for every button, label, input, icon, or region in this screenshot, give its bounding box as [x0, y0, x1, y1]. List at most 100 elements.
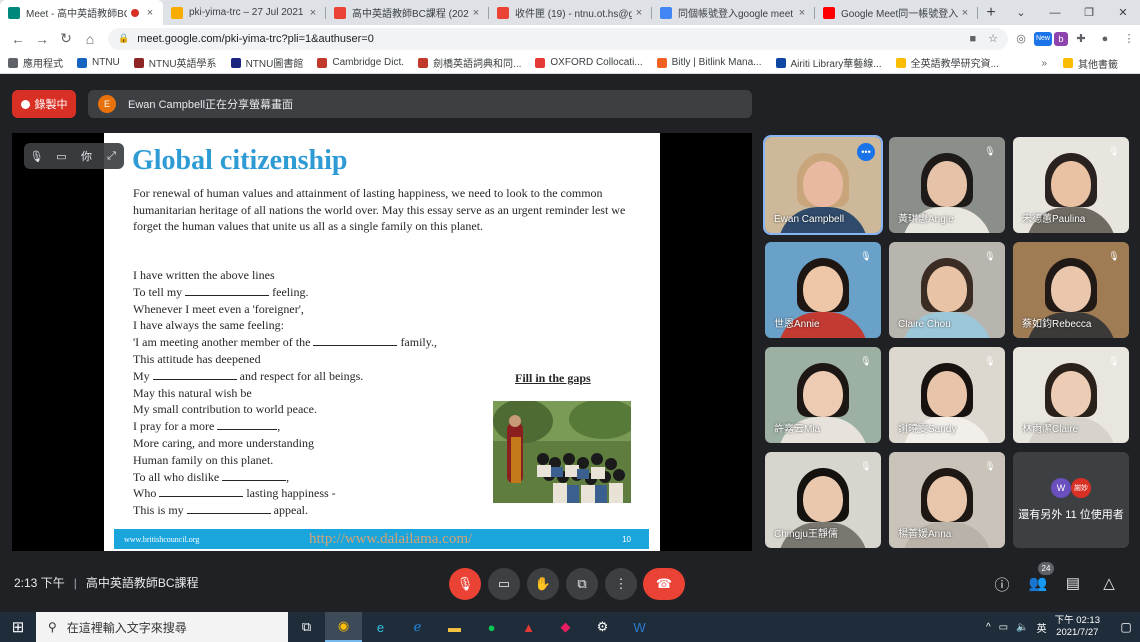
close-tab-icon[interactable]: ×: [143, 7, 157, 19]
browser-tab[interactable]: 高中英語教師BC課程 (2021 ×: [326, 0, 489, 25]
bookmark-item[interactable]: NTNU: [77, 57, 120, 68]
participant-tile[interactable]: 🎙 謝曉雯Sandy: [889, 347, 1005, 443]
taskbar-search[interactable]: ⚲ 在這裡輸入文字來搜尋: [36, 612, 288, 642]
bookmark-icon: [77, 57, 87, 68]
activities-button[interactable]: △: [1098, 574, 1120, 592]
extension-b-icon[interactable]: b: [1054, 31, 1068, 46]
chevron-double-right-icon[interactable]: »: [1041, 58, 1047, 69]
bookmark-item[interactable]: 全英語教學研究資...: [895, 55, 999, 70]
recording-indicator[interactable]: 錄製中: [12, 90, 76, 118]
system-tray: ^ ▭ 🔈 英 下午 02:13 2021/7/27 ▢: [986, 612, 1140, 642]
bookmark-star-icon[interactable]: ☆: [988, 32, 998, 45]
people-button[interactable]: 👥: [1027, 574, 1049, 592]
battery-icon[interactable]: ▭: [999, 622, 1008, 633]
maximize-button[interactable]: ❐: [1072, 0, 1106, 25]
home-button[interactable]: ⌂: [78, 27, 102, 51]
profile-icon[interactable]: ●: [1094, 28, 1116, 50]
back-button[interactable]: ←: [6, 27, 30, 51]
bookmark-item[interactable]: NTNU圖書館: [230, 55, 303, 70]
browser-tab[interactable]: Meet - 高中英語教師BC ×: [0, 0, 163, 25]
chat-button[interactable]: ▤: [1062, 574, 1084, 592]
close-tab-icon[interactable]: ×: [306, 7, 320, 19]
bookmark-label: Bitly | Bitlink Mana...: [671, 57, 762, 68]
forward-button[interactable]: →: [30, 27, 54, 51]
browser-tab[interactable]: pki-yima-trc – 27 Jul 2021 · ×: [163, 0, 326, 25]
other-bookmarks[interactable]: 其他書籤: [1063, 56, 1118, 71]
close-tab-icon[interactable]: ×: [469, 7, 483, 19]
leave-call-button[interactable]: ☎: [643, 568, 685, 600]
acrobat-icon[interactable]: ▲: [510, 612, 547, 642]
mic-off-icon: 🎙: [860, 250, 872, 261]
task-view-icon[interactable]: ⧉: [288, 612, 325, 642]
participant-tile[interactable]: 🎙 許嘉云Mia: [765, 347, 881, 443]
chrome-icon[interactable]: ◉: [325, 612, 362, 642]
poem-line: Human family on this planet.: [133, 452, 503, 469]
chevron-down-icon[interactable]: ⌄: [1004, 0, 1038, 25]
mic-off-icon[interactable]: 🎙: [27, 150, 47, 163]
participant-tile[interactable]: 🎙 黃琪惠Angie: [889, 137, 1005, 233]
chat-icon: ▤: [1065, 575, 1081, 592]
camera-icon[interactable]: ■: [969, 33, 976, 45]
poem-text: To tell my: [133, 284, 186, 299]
browser-tab[interactable]: 同個帳號登入google meet ×: [652, 0, 815, 25]
app-drop-icon[interactable]: ◆: [547, 612, 584, 642]
bookmark-item[interactable]: 應用程式: [8, 55, 63, 70]
participant-tile[interactable]: 🎙 蔡如鈞Rebecca: [1013, 242, 1129, 338]
minimize-button[interactable]: —: [1038, 0, 1072, 25]
mic-toggle-button[interactable]: 🎙: [449, 568, 481, 600]
reload-button[interactable]: ↻: [54, 27, 78, 51]
bookmark-item[interactable]: Cambridge Dict.: [317, 57, 404, 68]
browser-tab[interactable]: 收件匣 (19) - ntnu.ot.hs@g ×: [489, 0, 652, 25]
address-bar[interactable]: 🔒 meet.google.com/pki-yima-trc?pli=1&aut…: [108, 27, 1008, 50]
more-options-button[interactable]: ⋮: [605, 568, 637, 600]
bookmark-item[interactable]: 劍橋英語詞典和同...: [418, 55, 521, 70]
line-icon[interactable]: ●: [473, 612, 510, 642]
google-icon: [660, 6, 672, 19]
extension-icon[interactable]: ◎: [1010, 28, 1032, 50]
close-tab-icon[interactable]: ×: [632, 7, 646, 19]
bookmark-item[interactable]: Airiti Library華藝線...: [775, 55, 882, 70]
participant-face: [1051, 266, 1091, 312]
participant-tile[interactable]: 🎙 楊善媛Anna: [889, 452, 1005, 548]
volume-icon[interactable]: 🔈: [1016, 622, 1028, 633]
expand-icon[interactable]: ⤢: [102, 150, 122, 163]
puzzle-icon[interactable]: ✚: [1070, 28, 1092, 50]
close-window-button[interactable]: ✕: [1106, 0, 1140, 25]
new-badge-icon[interactable]: New: [1034, 31, 1052, 46]
camera-icon[interactable]: ▭: [52, 150, 72, 163]
menu-icon[interactable]: ⋮: [1118, 28, 1140, 50]
close-tab-icon[interactable]: ×: [795, 7, 809, 19]
bookmark-item[interactable]: OXFORD Collocati...: [535, 57, 643, 68]
bookmark-icon: [656, 57, 667, 68]
ie-icon[interactable]: ℯ: [399, 612, 436, 642]
raise-hand-button[interactable]: ✋: [527, 568, 559, 600]
more-options-icon[interactable]: •••: [857, 143, 875, 161]
settings-icon[interactable]: ⚙: [584, 612, 621, 642]
edge-icon[interactable]: e: [362, 612, 399, 642]
bookmark-item[interactable]: NTNU英語學系: [133, 55, 217, 70]
new-tab-button[interactable]: +: [978, 0, 1004, 25]
chevron-up-icon[interactable]: ^: [986, 622, 991, 633]
word-icon[interactable]: W: [621, 612, 658, 642]
participant-tile[interactable]: 🎙 Claire Chou: [889, 242, 1005, 338]
camera-toggle-button[interactable]: ▭: [488, 568, 520, 600]
poem-text: family.,: [397, 335, 437, 350]
file-explorer-icon[interactable]: ▬: [436, 612, 473, 642]
notification-icon[interactable]: ▢: [1112, 620, 1140, 634]
info-button[interactable]: ⓘ: [991, 574, 1013, 595]
windows-start-button[interactable]: ⊞: [0, 612, 36, 642]
taskbar-clock[interactable]: 下午 02:13 2021/7/27: [1055, 615, 1100, 639]
close-tab-icon[interactable]: ×: [958, 7, 972, 19]
browser-toolbar: ← → ↻ ⌂ 🔒 meet.google.com/pki-yima-trc?p…: [0, 25, 1140, 52]
participant-tile[interactable]: 🎙 林雨潔Claire: [1013, 347, 1129, 443]
participant-tile[interactable]: 🎙 Chingju王靜儒: [765, 452, 881, 548]
more-participants-tile[interactable]: W 謝妙 還有另外 11 位使用者: [1013, 452, 1129, 548]
bookmark-label: NTNU英語學系: [148, 59, 217, 70]
participant-tile[interactable]: 🎙 宋德蕙Paulina: [1013, 137, 1129, 233]
bookmark-item[interactable]: Bitly | Bitlink Mana...: [656, 57, 762, 68]
participant-tile[interactable]: ••• Ewan Campbell: [763, 135, 883, 235]
browser-tab[interactable]: Google Meet同一帳號登入 ×: [815, 0, 978, 25]
ime-indicator[interactable]: 英: [1037, 620, 1047, 635]
participant-tile[interactable]: 🎙 世恩Annie: [765, 242, 881, 338]
present-button[interactable]: ⧉: [566, 568, 598, 600]
